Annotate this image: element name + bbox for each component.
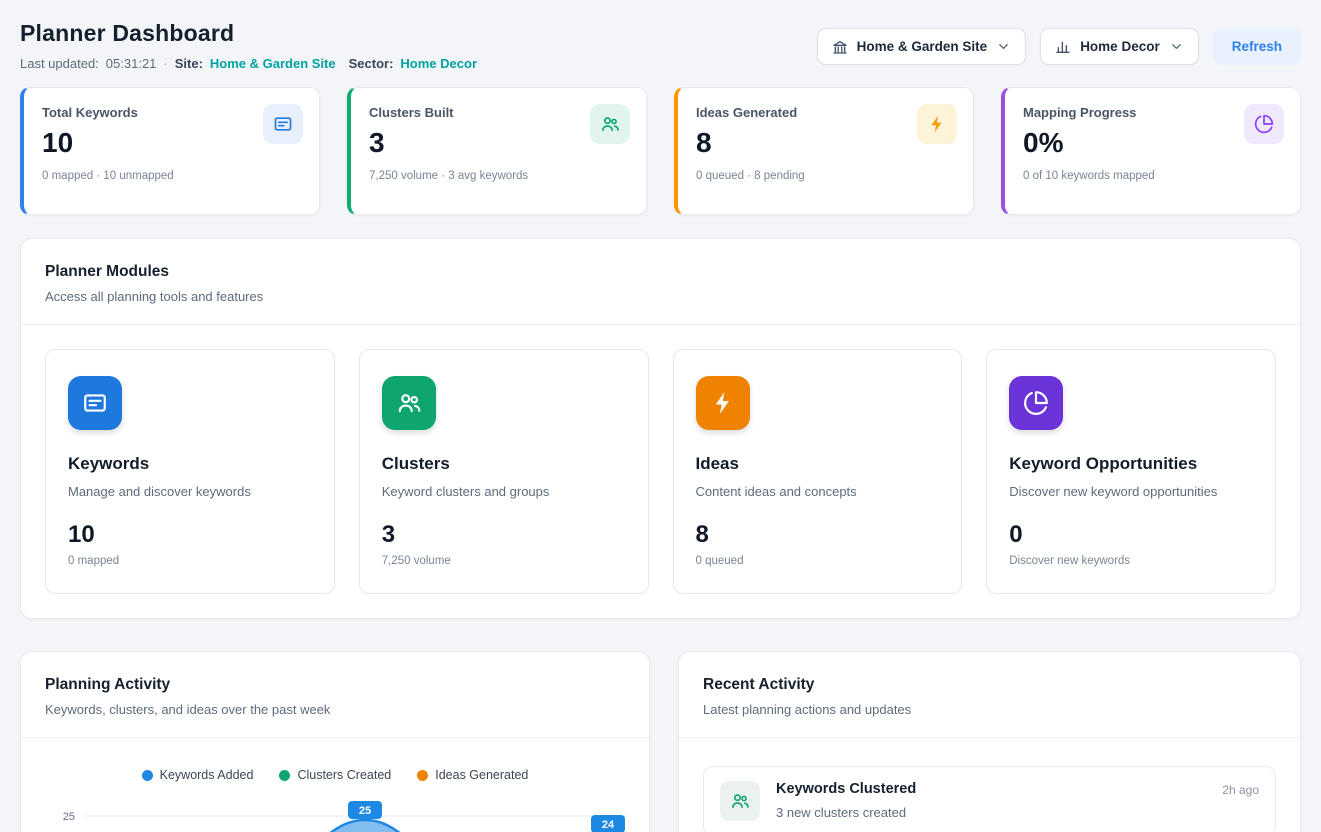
site-label: Site: (175, 56, 203, 71)
legend-item-keywords-added: Keywords Added (142, 768, 254, 782)
legend-label: Ideas Generated (435, 768, 528, 782)
module-title: Ideas (696, 454, 940, 474)
module-card-keywords[interactable]: Keywords Manage and discover keywords 10… (45, 349, 335, 594)
stat-detail: 7,250 volume · 3 avg keywords (369, 170, 628, 182)
activity-list-item[interactable]: Keywords Clustered 3 new clusters create… (703, 766, 1276, 832)
list-icon (68, 376, 122, 430)
stat-detail: 0 of 10 keywords mapped (1023, 170, 1282, 182)
data-point-badge: 24 (591, 815, 625, 832)
legend-item-clusters-created: Clusters Created (279, 768, 391, 782)
panel-title: Planner Modules (45, 263, 1276, 281)
sector-link[interactable]: Home Decor (400, 56, 477, 71)
module-value: 0 (1009, 521, 1253, 549)
svg-text:25: 25 (359, 805, 371, 817)
chevron-down-icon (1169, 39, 1184, 54)
meta-separator: · (163, 56, 167, 71)
module-description: Discover new keyword opportunities (1009, 484, 1253, 499)
meta-line: Last updated: 05:31:21 · Site: Home & Ga… (20, 56, 477, 71)
legend-dot-blue (142, 770, 153, 781)
topbar: Planner Dashboard Last updated: 05:31:21… (20, 20, 1301, 71)
activity-item-timestamp: 2h ago (1222, 783, 1259, 797)
topbar-controls: Home & Garden Site Home Decor Refresh (817, 28, 1301, 65)
last-updated-label: Last updated: (20, 56, 99, 71)
module-card-ideas[interactable]: Ideas Content ideas and concepts 8 0 que… (673, 349, 963, 594)
stat-card-total-keywords: Total Keywords 10 0 mapped · 10 unmapped (20, 87, 320, 215)
module-title: Keyword Opportunities (1009, 454, 1253, 474)
activity-item-title: Keywords Clustered (776, 781, 1206, 797)
stats-row: Total Keywords 10 0 mapped · 10 unmapped… (20, 87, 1301, 215)
planning-activity-header: Planning Activity Keywords, clusters, an… (21, 652, 649, 737)
divider (21, 737, 649, 738)
pie-chart-icon (1244, 104, 1284, 144)
divider (679, 737, 1300, 738)
panel-title: Recent Activity (703, 676, 1276, 694)
data-point-badge: 25 (348, 801, 382, 819)
users-icon (720, 781, 760, 821)
legend-label: Clusters Created (297, 768, 391, 782)
planning-activity-chart-area: 25 25 24 (21, 794, 649, 832)
module-card-keyword-opportunities[interactable]: Keyword Opportunities Discover new keywo… (986, 349, 1276, 594)
panel-title: Planning Activity (45, 676, 625, 694)
stat-detail: 0 queued · 8 pending (696, 170, 955, 182)
sector-label: Sector: (349, 56, 394, 71)
recent-activity-panel: Recent Activity Latest planning actions … (678, 651, 1301, 832)
activity-item-body: Keywords Clustered 3 new clusters create… (776, 781, 1206, 820)
building-icon (832, 39, 848, 55)
module-description: Content ideas and concepts (696, 484, 940, 499)
site-selector-value: Home & Garden Site (857, 39, 988, 54)
list-icon (263, 104, 303, 144)
module-description: Keyword clusters and groups (382, 484, 626, 499)
module-detail: 0 mapped (68, 555, 312, 567)
panel-subtitle: Latest planning actions and updates (703, 702, 1276, 717)
chart-legend: Keywords Added Clusters Created Ideas Ge… (21, 768, 649, 782)
legend-item-ideas-generated: Ideas Generated (417, 768, 528, 782)
module-detail: 0 queued (696, 555, 940, 567)
module-card-clusters[interactable]: Clusters Keyword clusters and groups 3 7… (359, 349, 649, 594)
legend-dot-green (279, 770, 290, 781)
planner-modules-header: Planner Modules Access all planning tool… (21, 239, 1300, 324)
last-updated-value: 05:31:21 (106, 56, 157, 71)
svg-text:24: 24 (602, 819, 615, 831)
module-value: 8 (696, 521, 940, 549)
panel-subtitle: Access all planning tools and features (45, 289, 1276, 304)
sector-selector-dropdown[interactable]: Home Decor (1040, 28, 1199, 65)
page-title: Planner Dashboard (20, 20, 477, 47)
topbar-left: Planner Dashboard Last updated: 05:31:21… (20, 20, 477, 71)
modules-grid: Keywords Manage and discover keywords 10… (21, 325, 1300, 618)
planner-dashboard-page: Planner Dashboard Last updated: 05:31:21… (0, 0, 1321, 832)
y-axis-tick: 25 (63, 811, 75, 823)
site-link[interactable]: Home & Garden Site (210, 56, 336, 71)
pie-chart-icon (1009, 376, 1063, 430)
stat-card-clusters-built: Clusters Built 3 7,250 volume · 3 avg ke… (347, 87, 647, 215)
stat-detail: 0 mapped · 10 unmapped (42, 170, 301, 182)
users-icon (590, 104, 630, 144)
sector-selector-value: Home Decor (1080, 39, 1160, 54)
legend-dot-orange (417, 770, 428, 781)
stat-card-ideas-generated: Ideas Generated 8 0 queued · 8 pending (674, 87, 974, 215)
activity-item-description: 3 new clusters created (776, 805, 1206, 820)
module-title: Keywords (68, 454, 312, 474)
recent-activity-header: Recent Activity Latest planning actions … (679, 652, 1300, 737)
users-icon (382, 376, 436, 430)
planning-activity-chart: 25 25 24 (45, 794, 630, 832)
bar-chart-icon (1055, 39, 1071, 55)
panel-subtitle: Keywords, clusters, and ideas over the p… (45, 702, 625, 717)
planner-modules-panel: Planner Modules Access all planning tool… (20, 238, 1301, 619)
legend-label: Keywords Added (160, 768, 254, 782)
bottom-row: Planning Activity Keywords, clusters, an… (20, 651, 1301, 832)
module-detail: 7,250 volume (382, 555, 626, 567)
chevron-down-icon (996, 39, 1011, 54)
module-title: Clusters (382, 454, 626, 474)
site-selector-dropdown[interactable]: Home & Garden Site (817, 28, 1027, 65)
module-detail: Discover new keywords (1009, 555, 1253, 567)
module-value: 3 (382, 521, 626, 549)
bolt-icon (917, 104, 957, 144)
module-description: Manage and discover keywords (68, 484, 312, 499)
planning-activity-panel: Planning Activity Keywords, clusters, an… (20, 651, 650, 832)
refresh-button[interactable]: Refresh (1213, 28, 1301, 65)
bolt-icon (696, 376, 750, 430)
module-value: 10 (68, 521, 312, 549)
stat-card-mapping-progress: Mapping Progress 0% 0 of 10 keywords map… (1001, 87, 1301, 215)
